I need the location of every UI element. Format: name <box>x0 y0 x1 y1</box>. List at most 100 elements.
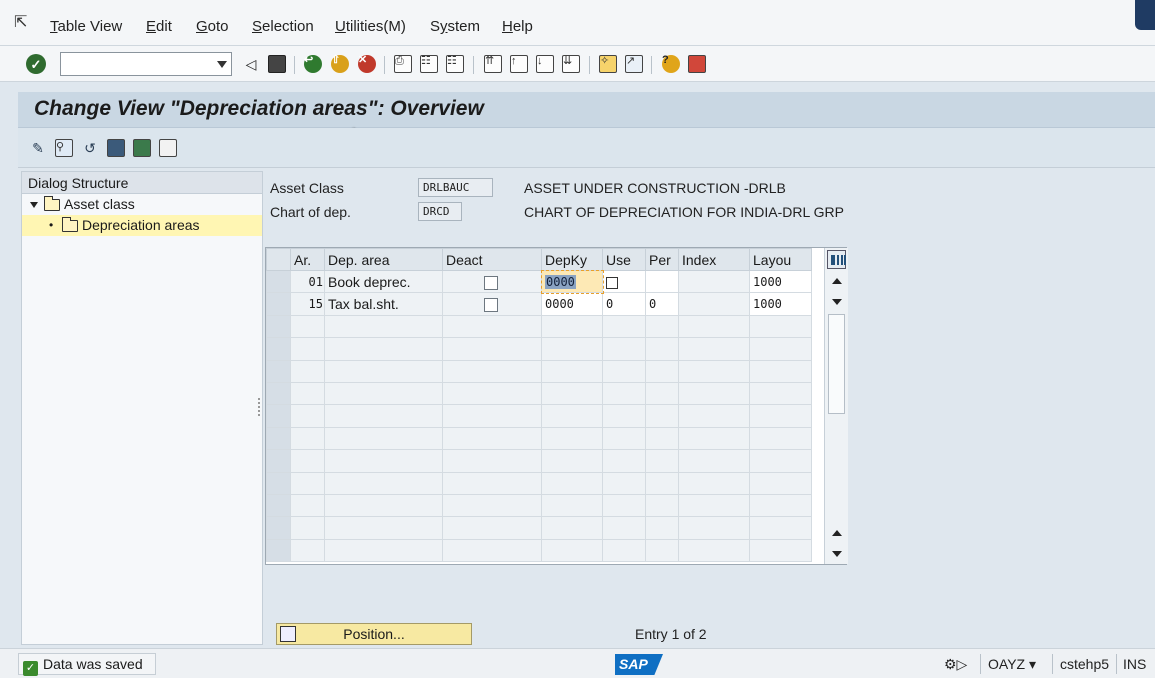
scroll-thumb[interactable] <box>828 314 845 414</box>
shortcut-icon[interactable]: ↗ <box>623 53 645 75</box>
find-next-icon[interactable]: ☷ <box>444 53 466 75</box>
tree-node-asset-class[interactable]: Asset class <box>22 194 262 215</box>
layout-menu-icon[interactable] <box>686 53 708 75</box>
row-selector-header[interactable] <box>266 248 291 271</box>
row-selector[interactable] <box>266 292 291 316</box>
panel-splitter[interactable] <box>258 398 261 416</box>
table-settings-icon[interactable] <box>827 250 846 269</box>
column-header-dep-area[interactable]: Dep. area <box>324 248 443 271</box>
help-icon[interactable]: ? <box>660 53 682 75</box>
empty-cell <box>541 493 603 518</box>
deact-checkbox[interactable] <box>484 298 498 313</box>
column-header-use[interactable]: Use <box>602 248 646 271</box>
table-vertical-scrollbar[interactable] <box>824 248 848 564</box>
row-selector[interactable] <box>266 471 291 495</box>
print-icon[interactable]: ⎙ <box>392 53 414 75</box>
empty-cell <box>324 314 443 339</box>
tree-bullet: • <box>49 218 54 232</box>
menu-edit[interactable]: Edit <box>146 18 172 35</box>
status-transaction[interactable]: OAYZ ▾ <box>988 656 1036 673</box>
depky-value: 0000 <box>545 274 576 289</box>
expand-arrow-icon[interactable] <box>30 202 38 208</box>
details-icon[interactable]: ⚲ <box>54 138 74 158</box>
command-dropdown-icon[interactable] <box>217 61 227 68</box>
empty-cell <box>749 381 812 406</box>
deact-checkbox[interactable] <box>484 275 498 290</box>
row-selector[interactable] <box>266 449 291 473</box>
scroll-up-icon[interactable] <box>832 278 842 284</box>
undo-change-icon[interactable]: ↺ <box>80 138 100 158</box>
first-page-icon[interactable]: ⇈ <box>482 53 504 75</box>
cancel-icon[interactable]: ✕ <box>356 53 378 75</box>
empty-cell <box>290 314 325 339</box>
menu-exit-icon[interactable]: ⇱ <box>14 14 36 32</box>
column-header-layout[interactable]: Layou <box>749 248 812 271</box>
empty-row <box>266 337 812 361</box>
select-all-icon[interactable] <box>106 138 126 158</box>
select-block-icon[interactable] <box>132 138 152 158</box>
scroll-page-up-icon[interactable] <box>832 530 842 536</box>
row-selector[interactable] <box>266 359 291 383</box>
column-header-index[interactable]: Index <box>678 248 750 271</box>
previous-page-icon[interactable]: ↑ <box>508 53 530 75</box>
menu-table-view[interactable]: Table View <box>50 18 122 35</box>
scroll-page-down-icon[interactable] <box>832 551 842 557</box>
status-insert-mode[interactable]: INS <box>1123 656 1146 672</box>
command-field[interactable] <box>60 52 232 76</box>
menu-help[interactable]: Help <box>502 18 533 35</box>
deselect-all-icon[interactable] <box>158 138 178 158</box>
next-page-icon[interactable]: ↓ <box>534 53 556 75</box>
empty-cell <box>678 381 750 406</box>
column-header-deact[interactable]: Deact <box>442 248 542 271</box>
row-selector[interactable] <box>266 381 291 406</box>
find-icon[interactable]: ☷ <box>418 53 440 75</box>
row-selector[interactable] <box>266 269 291 294</box>
menu-utilities[interactable]: Utilities(M) <box>335 18 406 35</box>
empty-cell <box>602 516 646 540</box>
scroll-down-icon[interactable] <box>832 299 842 305</box>
empty-cell <box>290 337 325 361</box>
cell-use[interactable] <box>602 269 646 294</box>
row-selector[interactable] <box>266 426 291 451</box>
transaction-dropdown-icon[interactable]: ▾ <box>1029 656 1036 672</box>
column-header-depky[interactable]: DepKy <box>541 248 603 271</box>
window-close-tab[interactable] <box>1135 0 1155 30</box>
row-selector[interactable] <box>266 516 291 540</box>
last-page-icon[interactable]: ⇊ <box>560 53 582 75</box>
cell-depky[interactable]: 0000 <box>540 269 604 294</box>
row-selector[interactable] <box>266 337 291 361</box>
status-key-icon[interactable]: ⚙▷ <box>944 656 967 673</box>
empty-cell <box>324 449 443 473</box>
row-selector[interactable] <box>266 538 291 563</box>
back-triangle-icon[interactable]: ◁ <box>240 53 262 75</box>
cell-per[interactable] <box>645 269 679 294</box>
tree-node-depreciation-areas[interactable]: • Depreciation areas <box>22 215 262 236</box>
cell-layout[interactable]: 1000 <box>749 292 812 316</box>
menu-system[interactable]: System <box>430 18 480 35</box>
empty-cell <box>749 359 812 383</box>
new-session-icon[interactable]: ✧ <box>597 53 619 75</box>
column-header-ar[interactable]: Ar. <box>290 248 325 271</box>
display-change-icon[interactable]: ✎ <box>28 138 48 158</box>
cell-layout[interactable]: 1000 <box>749 269 812 294</box>
cell-deact <box>442 292 542 316</box>
column-header-per[interactable]: Per <box>645 248 679 271</box>
cell-use[interactable]: 0 <box>602 292 646 316</box>
cell-depky[interactable]: 0000 <box>541 292 603 316</box>
row-selector[interactable] <box>266 314 291 339</box>
save-icon[interactable] <box>266 53 288 75</box>
enter-check-icon[interactable]: ✓ <box>26 54 46 74</box>
empty-cell <box>324 516 443 540</box>
dialog-structure-header: Dialog Structure <box>22 172 262 194</box>
cell-per[interactable]: 0 <box>645 292 679 316</box>
value-help-icon[interactable] <box>606 276 618 289</box>
row-selector[interactable] <box>266 404 291 428</box>
row-selector[interactable] <box>266 493 291 518</box>
menu-selection[interactable]: Selection <box>252 18 314 35</box>
status-message[interactable]: ✓ Data was saved <box>18 653 156 676</box>
folder-icon <box>44 194 60 215</box>
menu-goto[interactable]: Goto <box>196 18 229 35</box>
exit-icon[interactable]: ⇧ <box>329 53 351 75</box>
back-icon[interactable]: ↩ <box>302 53 324 75</box>
position-button[interactable]: Position... <box>276 623 472 645</box>
